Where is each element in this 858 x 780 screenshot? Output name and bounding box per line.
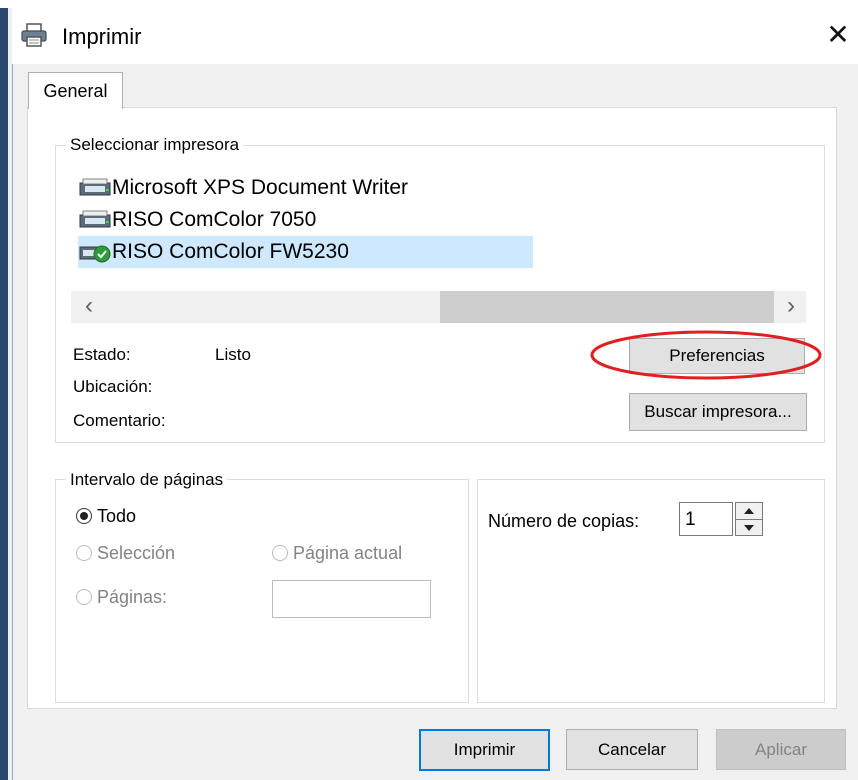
tab-general[interactable]: General: [28, 72, 123, 109]
comment-label: Comentario:: [73, 411, 166, 430]
background-top-edge: [0, 0, 858, 8]
radio-pages: [76, 589, 92, 605]
window-title: Imprimir: [62, 24, 142, 49]
close-icon: ✕: [826, 19, 850, 50]
radio-selected-dot: [80, 512, 88, 520]
page-range-legend: Intervalo de páginas: [66, 470, 228, 490]
status-label: Estado:: [73, 345, 131, 364]
radio-all[interactable]: [76, 508, 92, 524]
status-value: Listo: [215, 345, 251, 364]
copies-input[interactable]: 1: [679, 502, 733, 536]
printer-icon: [78, 177, 112, 199]
copies-label: Número de copias:: [488, 511, 640, 531]
close-button[interactable]: ✕: [820, 18, 856, 54]
printer-item[interactable]: RISO ComColor 7050: [78, 204, 533, 236]
preferences-button[interactable]: Preferencias: [629, 338, 805, 374]
pages-input[interactable]: [272, 580, 431, 618]
printer-item[interactable]: Microsoft XPS Document Writer: [78, 172, 533, 204]
apply-button: Aplicar: [716, 729, 846, 770]
radio-all-label[interactable]: Todo: [97, 506, 136, 527]
printer-name: Microsoft XPS Document Writer: [112, 176, 409, 199]
printer-group-legend: Seleccionar impresora: [66, 135, 244, 155]
print-button[interactable]: Imprimir: [419, 729, 550, 771]
printer-name: RISO ComColor 7050: [112, 208, 317, 231]
location-label: Ubicación:: [73, 377, 153, 396]
scrollbar-thumb[interactable]: [440, 291, 774, 323]
radio-selection: [76, 545, 92, 561]
scroll-left-icon[interactable]: ‹: [76, 291, 102, 323]
radio-selection-label: Selección: [97, 543, 176, 563]
printer-name: RISO ComColor FW5230: [112, 240, 349, 263]
radio-current-page: [272, 545, 288, 561]
scroll-right-icon[interactable]: ›: [778, 291, 804, 323]
radio-current-page-label: Página actual: [293, 543, 403, 563]
copies-stepper[interactable]: [735, 502, 763, 536]
chevron-down-icon[interactable]: [736, 520, 762, 536]
cancel-button[interactable]: Cancelar: [566, 729, 698, 770]
printer-icon: [78, 209, 112, 231]
printer-icon: [20, 22, 48, 48]
chevron-up-icon[interactable]: [736, 503, 762, 520]
default-printer-icon: [78, 241, 112, 263]
radio-pages-label: Páginas:: [97, 587, 168, 607]
printer-item-selected[interactable]: RISO ComColor FW5230: [78, 236, 533, 268]
printer-list[interactable]: Microsoft XPS Document Writer RISO ComCo…: [78, 172, 533, 268]
find-printer-button[interactable]: Buscar impresora...: [629, 393, 807, 431]
